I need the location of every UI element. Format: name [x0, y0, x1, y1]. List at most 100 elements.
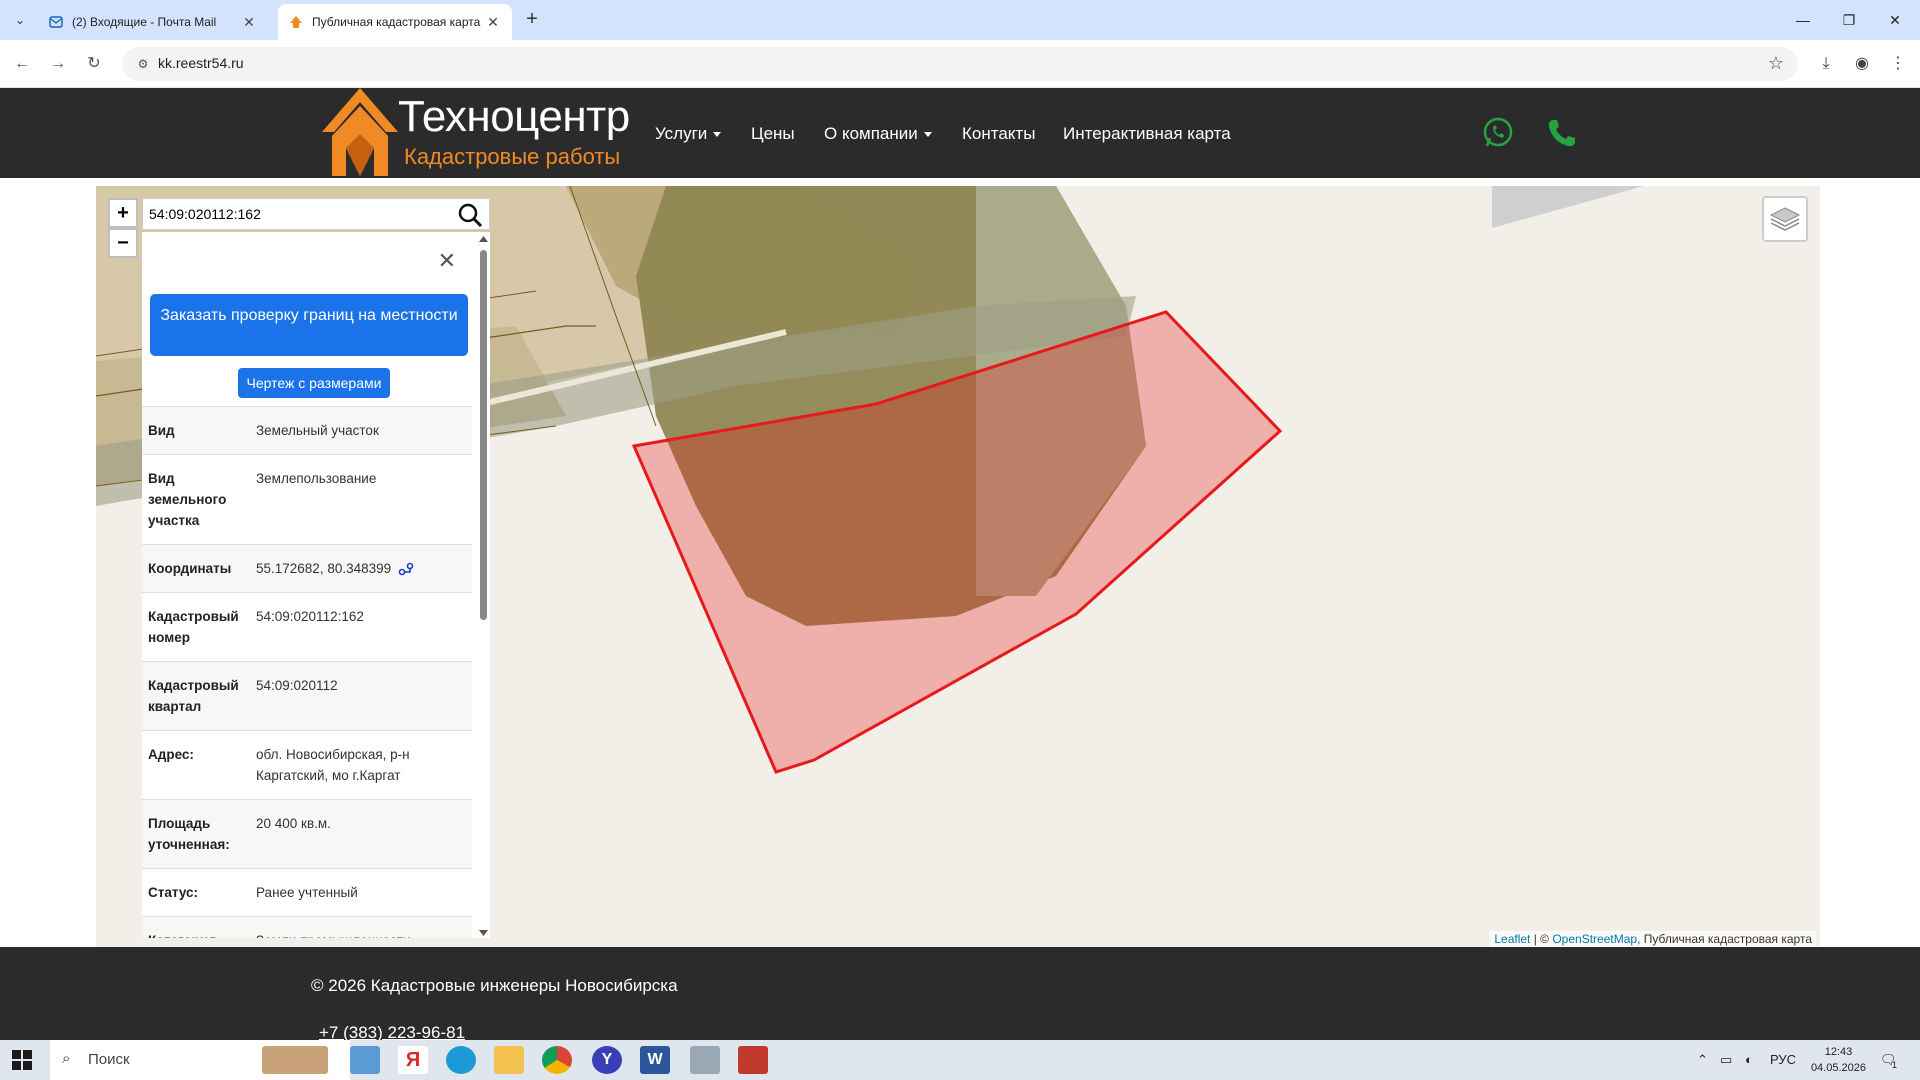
language-indicator[interactable]: РУС — [1770, 1052, 1796, 1067]
tab-close-icon[interactable]: ✕ — [484, 14, 502, 31]
new-tab-plus-icon[interactable]: + — [520, 8, 544, 32]
site-favicon-icon — [288, 14, 304, 30]
leaflet-link[interactable]: Leaflet — [1494, 932, 1530, 946]
menu-label: Контакты — [962, 124, 1036, 143]
table-row: Адрес: обл. Новосибирская, р-н Каргатски… — [142, 730, 472, 799]
window-close-icon[interactable]: ✕ — [1872, 8, 1918, 32]
tray-expand-icon[interactable]: ⌃ — [1697, 1052, 1708, 1068]
file-explorer-icon[interactable] — [494, 1046, 524, 1074]
phone-icon[interactable] — [1545, 116, 1579, 150]
cadastral-search-box — [142, 198, 490, 230]
table-row: Координаты 55.172682, 80.348399 — [142, 544, 472, 592]
parcel-properties-table: Вид Земельный участок Вид земельного уча… — [142, 406, 472, 938]
tab-close-icon[interactable]: ✕ — [240, 14, 258, 31]
parcel-info-panel: ✕ Заказать проверку границ на местности … — [142, 232, 490, 938]
network-app-icon[interactable] — [690, 1046, 720, 1074]
site-header: Техноцентр Кадастровые работы Услуги Цен… — [0, 88, 1920, 178]
table-row: Площадь уточненная: 20 400 кв.м. — [142, 799, 472, 868]
browser-menu-icon[interactable]: ⋮ — [1886, 52, 1910, 76]
attribution-rest: , Публичная кадастровая карта — [1637, 932, 1812, 946]
taskbar-search-placeholder: Поиск — [88, 1051, 130, 1068]
windows-start-icon[interactable] — [12, 1050, 32, 1070]
windows-taskbar: ⌕ Поиск Я Y W ⌃ ▭ ◐ РУС 12:43 04.05.2026… — [0, 1040, 1920, 1080]
chrome-icon[interactable] — [542, 1046, 572, 1074]
osm-link[interactable]: OpenStreetMap — [1552, 932, 1637, 946]
whatsapp-icon[interactable] — [1481, 116, 1515, 150]
layers-control-button[interactable] — [1762, 196, 1808, 242]
files-app-icon[interactable] — [350, 1046, 380, 1074]
browser-tab-bar: ⌄ (2) Входящие - Почта Mail ✕ Публичная … — [0, 0, 1920, 40]
panel-scrollbar[interactable] — [478, 236, 488, 936]
tab-search-chevron-icon[interactable]: ⌄ — [6, 6, 34, 34]
system-clock[interactable]: 12:43 04.05.2026 — [1811, 1044, 1866, 1076]
menu-label: Цены — [751, 124, 795, 143]
clock-date: 04.05.2026 — [1810, 1062, 1866, 1074]
menu-services[interactable]: Услуги — [655, 124, 722, 144]
menu-label: Услуги — [655, 124, 708, 143]
dropdown-caret-icon — [713, 132, 722, 138]
menu-prices[interactable]: Цены — [751, 124, 795, 144]
table-row: Кадастровый квартал 54:09:020112 — [142, 661, 472, 730]
browser-toolbar: ← → ↻ ⚙ kk.reestr54.ru ☆ ⤓ ◉ ⋮ — [0, 40, 1920, 88]
edge-icon[interactable] — [446, 1046, 476, 1074]
site-info-icon[interactable]: ⚙ — [134, 55, 152, 73]
prop-value: 20 400 кв.м. — [256, 816, 331, 831]
dropdown-caret-icon — [923, 132, 932, 138]
tab-cadastral-map[interactable]: Публичная кадастровая карта ✕ — [278, 4, 512, 40]
table-row: Статус: Ранее учтенный — [142, 868, 472, 916]
forward-arrow-icon[interactable]: → — [46, 52, 70, 76]
prop-value: 54:09:020112:162 — [256, 609, 364, 624]
prop-key: Площадь уточненная: — [148, 816, 230, 852]
yandex-icon[interactable]: Я — [398, 1046, 428, 1074]
bookmark-star-icon[interactable]: ☆ — [1768, 53, 1784, 74]
route-icon[interactable] — [398, 562, 414, 576]
tab-mail[interactable]: (2) Входящие - Почта Mail ✕ — [38, 4, 268, 40]
order-boundary-check-button[interactable]: Заказать проверку границ на местности — [150, 294, 468, 356]
address-bar[interactable]: ⚙ kk.reestr54.ru ☆ — [122, 47, 1798, 81]
menu-interactive-map[interactable]: Интерактивная карта — [1063, 124, 1231, 144]
drawing-with-dimensions-button[interactable]: Чертеж с размерами — [238, 368, 390, 398]
brand-subtitle: Кадастровые работы — [404, 144, 621, 169]
site-footer: © 2026 Кадастровые инженеры Новосибирска… — [0, 947, 1920, 1042]
zoom-in-button[interactable]: + — [108, 198, 138, 228]
close-icon[interactable]: ✕ — [438, 248, 456, 274]
coordinates-value: 55.172682, 80.348399 — [256, 561, 392, 576]
url-text[interactable]: kk.reestr54.ru — [158, 55, 244, 71]
scroll-up-arrow-icon[interactable] — [479, 236, 488, 242]
back-arrow-icon[interactable]: ← — [10, 52, 34, 76]
yandex-browser-icon[interactable]: Y — [592, 1046, 622, 1074]
minimize-icon[interactable]: — — [1780, 8, 1826, 32]
scrollbar-thumb[interactable] — [480, 250, 487, 620]
volume-icon[interactable]: ◐ — [1745, 1052, 1753, 1067]
layers-icon — [1769, 207, 1801, 231]
prop-value: Земельный участок — [256, 423, 379, 438]
map-container[interactable]: + − ✕ Заказать проверку границ на местно… — [96, 186, 1820, 947]
prop-key: Категория земель — [148, 930, 256, 938]
tab-title: (2) Входящие - Почта Mail — [72, 15, 217, 29]
scroll-down-arrow-icon[interactable] — [479, 930, 488, 936]
prop-value: Ранее учтенный — [256, 885, 358, 900]
archive-app-icon[interactable] — [738, 1046, 768, 1074]
reload-icon[interactable]: ↻ — [82, 52, 106, 76]
prop-value: 55.172682, 80.348399 — [256, 558, 466, 579]
menu-about[interactable]: О компании — [824, 124, 932, 144]
logo-mark-icon — [322, 88, 398, 176]
profile-icon[interactable]: ◉ — [1850, 52, 1874, 76]
menu-contacts[interactable]: Контакты — [962, 124, 1035, 144]
search-highlight-image-icon[interactable] — [262, 1046, 328, 1074]
restore-icon[interactable]: ❐ — [1826, 8, 1872, 32]
prop-key: Кадастровый номер — [148, 609, 239, 645]
notification-count: 1 — [1892, 1060, 1898, 1070]
menu-label: Интерактивная карта — [1063, 124, 1231, 143]
zoom-out-button[interactable]: − — [108, 228, 138, 258]
word-icon[interactable]: W — [640, 1046, 670, 1074]
cadastral-search-input[interactable] — [143, 199, 443, 229]
download-icon[interactable]: ⤓ — [1814, 52, 1838, 76]
prop-value: Землепользование — [256, 471, 377, 486]
search-icon[interactable] — [457, 202, 483, 228]
site-logo[interactable]: Техноцентр Кадастровые работы — [322, 88, 630, 178]
prop-key: Статус: — [148, 885, 198, 900]
mail-icon — [48, 14, 64, 30]
network-icon[interactable]: ▭ — [1720, 1052, 1732, 1068]
footer-copyright: © 2026 Кадастровые инженеры Новосибирска — [311, 976, 678, 995]
